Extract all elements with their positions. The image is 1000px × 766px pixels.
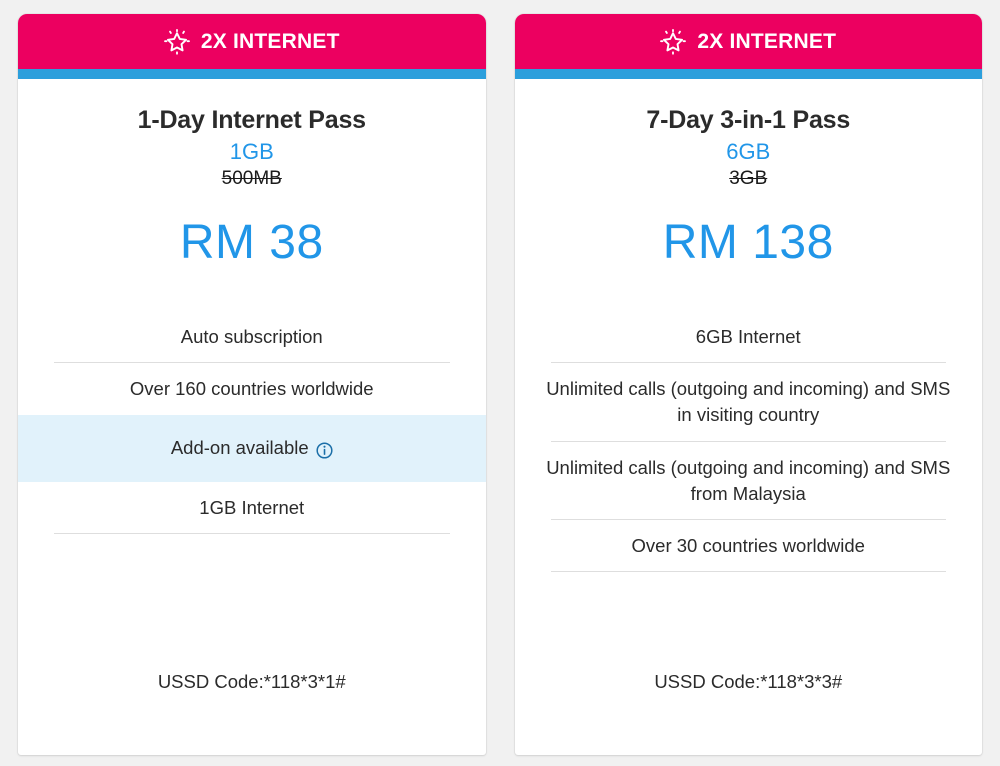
accent-bar (515, 69, 983, 79)
feature-row: Unlimited calls (outgoing and incoming) … (533, 442, 965, 521)
pass-card[interactable]: 2X INTERNET 1-Day Internet Pass 1GB 500M… (18, 14, 486, 755)
quota-new: 1GB (36, 138, 468, 167)
plan-title: 1-Day Internet Pass (36, 106, 468, 136)
feature-row-addon[interactable]: Add-on available (18, 415, 486, 481)
feature-label: 1GB Internet (199, 495, 304, 521)
feature-list: Auto subscription Over 160 countries wor… (36, 311, 468, 534)
card-body: 1-Day Internet Pass 1GB 500MB RM 38 Auto… (18, 79, 486, 755)
accent-bar (18, 69, 486, 79)
pass-cards-container: 2X INTERNET 1-Day Internet Pass 1GB 500M… (0, 0, 1000, 766)
feature-row: Over 30 countries worldwide (533, 520, 965, 572)
plan-title: 7-Day 3-in-1 Pass (533, 106, 965, 136)
feature-label: Unlimited calls (outgoing and incoming) … (537, 455, 961, 508)
feature-label: Over 160 countries worldwide (130, 376, 374, 402)
feature-label: Add-on available (171, 435, 309, 461)
quota-old-strikethrough: 3GB (533, 167, 965, 192)
pass-card[interactable]: 2X INTERNET 7-Day 3-in-1 Pass 6GB 3GB RM… (515, 14, 983, 755)
feature-list: 6GB Internet Unlimited calls (outgoing a… (533, 311, 965, 573)
ussd-code: USSD Code:*118*3*3# (533, 645, 965, 755)
feature-row: Over 160 countries worldwide (36, 363, 468, 415)
sparkle-star-icon (164, 29, 190, 55)
sparkle-star-icon (660, 29, 686, 55)
feature-row: Auto subscription (36, 311, 468, 363)
card-banner: 2X INTERNET (515, 14, 983, 69)
title-block: 1-Day Internet Pass 1GB 500MB RM 38 (36, 79, 468, 267)
info-icon[interactable] (316, 440, 333, 457)
ussd-code: USSD Code:*118*3*1# (36, 645, 468, 755)
quota-old-strikethrough: 500MB (36, 167, 468, 192)
card-banner: 2X INTERNET (18, 14, 486, 69)
feature-label: Unlimited calls (outgoing and incoming) … (537, 376, 961, 429)
feature-row: Unlimited calls (outgoing and incoming) … (533, 363, 965, 442)
plan-price: RM 38 (36, 219, 468, 267)
feature-row: 6GB Internet (533, 311, 965, 363)
title-block: 7-Day 3-in-1 Pass 6GB 3GB RM 138 (533, 79, 965, 267)
card-body: 7-Day 3-in-1 Pass 6GB 3GB RM 138 6GB Int… (515, 79, 983, 755)
plan-price: RM 138 (533, 219, 965, 267)
feature-label: 6GB Internet (696, 324, 801, 350)
feature-row: 1GB Internet (36, 482, 468, 534)
card-banner-label: 2X INTERNET (697, 31, 836, 52)
feature-label: Over 30 countries worldwide (632, 533, 865, 559)
card-banner-label: 2X INTERNET (201, 31, 340, 52)
feature-label: Auto subscription (181, 324, 323, 350)
quota-new: 6GB (533, 138, 965, 167)
